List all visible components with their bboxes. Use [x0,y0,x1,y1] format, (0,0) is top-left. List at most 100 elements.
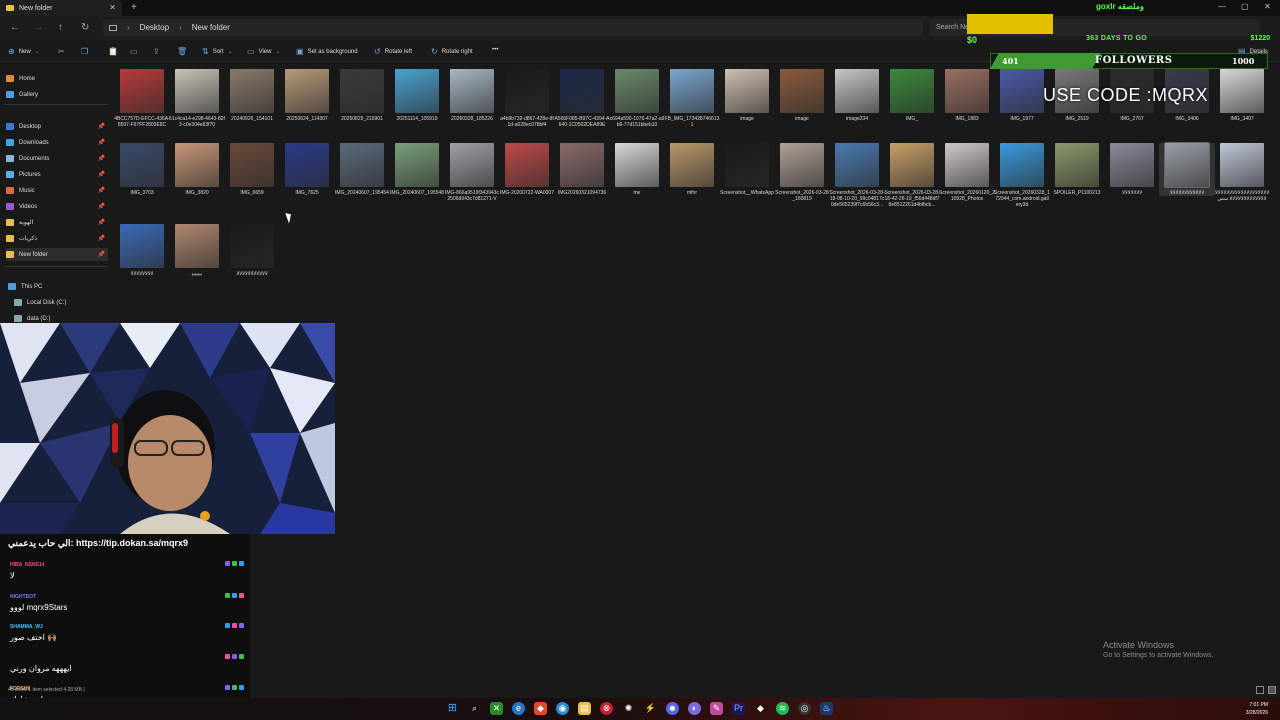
sidebar-item-gallery[interactable]: Gallery [6,88,108,101]
file-item[interactable]: Screenshot_2026-03-28-18-08-10-20_99c048… [829,143,885,208]
file-item[interactable]: IMG_20240607_195454 [334,143,390,196]
file-item[interactable]: ﺑﻴﻴﻴﻴﻴﻴ [169,224,225,277]
sidebar-item-local-disk-c[interactable]: Local Disk (C:) [14,296,116,309]
file-item[interactable]: Screenshot_2026-03-28_160819 [774,143,830,202]
maximize-button[interactable]: ▢ [1241,2,1249,11]
sidebar-item-[interactable]: ذكريات 📌 [6,232,108,245]
file-item[interactable]: IMG-20200722-WA0007 [499,143,555,196]
share-button[interactable]: ⇪ [153,47,160,56]
app-icon[interactable]: ◆ [754,702,767,715]
system-clock[interactable]: 7:01 PM 3/28/2026 [1246,701,1268,717]
file-item[interactable]: image234 [829,69,885,122]
new-tab-button[interactable]: + [131,2,137,13]
sidebar-item-downloads[interactable]: Downloads 📌 [6,136,108,149]
file-item[interactable]: IMG_ [884,69,940,122]
thumbnail-view-button[interactable] [1268,686,1276,694]
new-button[interactable]: ⊕ New ⌄ [8,47,40,56]
cut-button[interactable]: ✂ [58,47,65,56]
details-view-button[interactable] [1256,686,1264,694]
brave-icon[interactable]: ◆ [534,702,547,715]
file-explorer-icon[interactable]: ▤ [578,702,591,715]
file-item[interactable]: A566F085-B97C-4394-A640-1C0502DEA89E [554,69,610,128]
file-item[interactable]: FB_IMG_1734287466131 [664,69,720,128]
file-item[interactable]: ﻻﻻﻻﻻﻻﻻﻻﻻﻻﻻﻻ [224,224,280,277]
sidebar-item-videos[interactable]: Videos 📌 [6,200,108,213]
sidebar-item-this-pc[interactable]: This PC [8,280,110,293]
file-item[interactable]: 51c4ca14-e298-4643-82f3-c0e304e83f70 [169,69,225,128]
file-item[interactable]: image [719,69,775,122]
chat-username[interactable]: SHAMMA_WJ [10,624,43,630]
app-icon[interactable]: ✎ [710,702,723,715]
windows-start-icon[interactable]: ⊞ [446,702,459,715]
close-tab-icon[interactable]: ✕ [109,3,116,12]
sort-button[interactable]: ⇅ Sort ⌄ [202,47,233,56]
file-item[interactable]: IMG_1977 [994,69,1050,122]
file-item[interactable]: me [609,143,665,196]
settings-icon[interactable]: ✺ [622,702,635,715]
steam-icon[interactable]: ♨ [820,702,833,715]
premiere-icon[interactable]: Pr [732,702,745,715]
xbox-icon[interactable]: ✕ [490,702,503,715]
file-item[interactable]: image [774,69,830,122]
file-item[interactable]: ﻻﻻﻻﻻﻻﻻﻻ [1104,143,1160,196]
file-item[interactable]: mfnr [664,143,720,196]
file-item[interactable]: ﻻﻻﻻﻻﻻﻻﻻﻻ [114,224,170,277]
more-button[interactable]: ••• [492,47,498,53]
close-window-button[interactable]: ✕ [1264,2,1271,11]
sidebar-item-desktop[interactable]: Desktop 📌 [6,120,108,133]
sidebar-item-[interactable]: الهوية 📌 [6,216,108,229]
file-item[interactable]: a4b9b732-d867-428e-8f1d-a028ec078bf4 [499,69,555,128]
set-background-button[interactable]: ▣ Set as background [296,47,358,56]
file-item[interactable]: 20240926_154101 [224,69,280,122]
search-icon[interactable]: ⌕ [468,702,481,715]
obs-icon[interactable]: ◎ [798,702,811,715]
copy-button[interactable]: ❐ [81,47,88,56]
file-item[interactable]: 4BCC757D-EFCC-436A-8597-F97FF2803E8C [114,69,170,128]
breadcrumb-new-folder[interactable]: New folder [192,23,230,32]
discord-icon[interactable]: ☻ [666,702,679,715]
app-icon[interactable]: ⚡ [644,702,657,715]
file-item[interactable]: IMG_20240607_195548 [389,143,445,196]
chrome-icon[interactable]: ◉ [556,702,569,715]
view-button[interactable]: ▭ View ⌄ [247,47,281,56]
file-item[interactable]: Screenshot_20260328_172044_com.android.g… [994,143,1050,208]
up-icon[interactable]: ↑ [58,22,63,33]
file-item[interactable]: 20251114_105919 [389,69,445,122]
file-item[interactable]: c694a590-1076-47a2-a9b6-77d151bbeb10 [609,69,665,128]
file-item[interactable]: IMG_7625 [279,143,335,196]
breadcrumb[interactable]: › Desktop › New folder [103,19,923,36]
file-item[interactable]: IMG_3703 [114,143,170,196]
sidebar-item-documents[interactable]: Documents 📌 [6,152,108,165]
file-item[interactable]: IMG-866a9519f343943c2506d943c7d81271-V [444,143,500,202]
sidebar-item-pictures[interactable]: Pictures 📌 [6,168,108,181]
paste-button[interactable]: 📋 [108,47,118,56]
sidebar-item-home[interactable]: Home [6,72,108,85]
breadcrumb-desktop[interactable]: Desktop [140,23,169,32]
refresh-icon[interactable]: ↻ [81,22,89,33]
minimize-button[interactable]: — [1218,2,1226,11]
back-icon[interactable]: ← [10,22,20,33]
forward-icon[interactable]: → [34,22,44,33]
app-icon[interactable]: ⊗ [600,702,613,715]
file-item[interactable]: 20250624_114307 [279,69,335,122]
file-item[interactable]: SPOILER_P1100213 [1049,143,1105,196]
file-item[interactable]: ﻻﻻﻻﻻﻻﻻﻻﻻﻻﻻﻻﻻﻻﻻﻻﻻﻻﻻﻻﻻﻻﻻﻻﻻﻻﻻﻻﻻﻻﻻﻻﻻ سس [1214,143,1270,202]
spotify-icon[interactable]: ≋ [776,702,789,715]
file-item[interactable]: IMG_3820 [169,143,225,196]
file-item[interactable]: 20250829_215901 [334,69,390,122]
file-item[interactable]: 20260328_185226 [444,69,500,122]
file-item[interactable]: IMG_3407 [1214,69,1270,122]
app-icon[interactable]: ◐ [688,702,701,715]
file-item[interactable]: Screenshot_2026-03-28-18-42-26-19_f56d44… [884,143,940,208]
file-item[interactable]: IMG_1883 [939,69,995,122]
rename-button[interactable]: ▭ [130,47,138,56]
sidebar-item-music[interactable]: Music 📌 [6,184,108,197]
file-item[interactable]: Screenshot__WhatsApp [719,143,775,196]
edge-icon[interactable]: e [512,702,525,715]
file-item[interactable]: Screenshot_20260120_210928_Photos [939,143,995,202]
rotate-right-button[interactable]: ↻ Rotate right [431,47,473,56]
sidebar-item-new-folder[interactable]: New folder 📌 [6,248,108,261]
chat-username[interactable]: HIBA_NSNS14 [10,562,44,568]
file-item[interactable]: IMG20260321094736 [554,143,610,196]
rotate-left-button[interactable]: ↺ Rotate left [374,47,412,56]
